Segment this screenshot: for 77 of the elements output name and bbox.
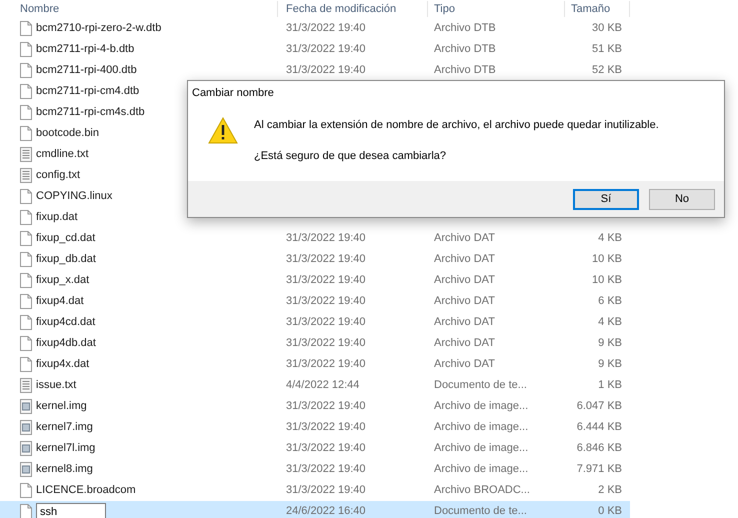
type-cell: Archivo DTB [434, 22, 496, 34]
type-cell: Archivo DTB [434, 64, 496, 76]
file-name: bcm2711-rpi-cm4s.dtb [36, 105, 145, 120]
file-name: fixup4x.dat [36, 357, 90, 372]
file-name: kernel.img [36, 399, 87, 414]
size-cell-text: 4 KB [598, 315, 622, 330]
type-cell: Archivo DAT [434, 253, 495, 266]
type-cell: Archivo DAT [434, 316, 495, 328]
file-name: bootcode.bin [36, 126, 99, 142]
date-cell: 31/3/2022 19:40 [286, 484, 366, 496]
dialog-message: Al cambiar la extensión de nombre de archivo, el archivo puede quedar inutilizable. [254, 118, 659, 133]
date-cell: 31/3/2022 19:40 [286, 337, 366, 350]
type-cell: Documento de te... [434, 379, 527, 392]
file-name: config.txt [36, 168, 80, 184]
file-name: issue.txt [36, 378, 76, 394]
type-cell: Documento de te... [434, 505, 527, 518]
dialog-title: Cambiar nombre [192, 86, 274, 101]
file-name: bcm2711-rpi-400.dtb [36, 63, 137, 78]
date-cell: 31/3/2022 19:40 [286, 232, 366, 244]
date-cell: 31/3/2022 19:40 [286, 358, 366, 370]
file-name: fixup.dat [36, 210, 78, 226]
file-name: bcm2711-rpi-cm4.dtb [36, 84, 140, 100]
date-cell: 31/3/2022 19:40 [286, 400, 366, 412]
type-cell: Archivo DAT [434, 337, 495, 350]
type-cell: Archivo DAT [434, 274, 495, 286]
size-cell-text: 9 KB [598, 336, 622, 352]
size-cell-text: 10 KB [592, 273, 622, 288]
file-name: LICENCE.broadcom [36, 483, 136, 498]
date-cell: 31/3/2022 19:40 [286, 253, 366, 266]
size-cell-text: 2 KB [598, 483, 622, 498]
type-cell: Archivo BROADC... [434, 484, 530, 496]
type-cell: Archivo de image... [434, 463, 528, 476]
date-cell: 31/3/2022 19:40 [286, 421, 366, 434]
size-cell-text: 6.846 KB [576, 441, 622, 456]
file-name: kernel7l.img [36, 441, 96, 456]
file-name: bcm2710-rpi-zero-2-w.dtb [36, 21, 162, 36]
date-cell: 4/4/2022 12:44 [286, 379, 360, 392]
size-cell-text: 0 KB [598, 504, 622, 518]
size-cell-text: 4 KB [598, 231, 622, 246]
date-cell: 31/3/2022 19:40 [286, 463, 366, 476]
date-cell: 31/3/2022 19:40 [286, 442, 366, 454]
size-cell-text: 10 KB [592, 252, 622, 268]
type-cell: Archivo de image... [434, 442, 528, 454]
date-cell: 31/3/2022 19:40 [286, 43, 366, 56]
file-name: fixup4.dat [36, 294, 84, 310]
size-cell-text: 1 KB [598, 378, 622, 394]
size-cell-text: 6 KB [598, 294, 622, 310]
type-cell: Archivo DAT [434, 232, 495, 244]
size-cell-text: 52 KB [592, 63, 622, 78]
file-name: fixup_db.dat [36, 252, 96, 268]
type-cell: Archivo de image... [434, 421, 528, 434]
date-cell: 31/3/2022 19:40 [286, 22, 366, 34]
type-cell: Archivo DAT [434, 358, 495, 370]
type-cell: Archivo de image... [434, 400, 528, 412]
file-name: fixup_cd.dat [36, 231, 96, 246]
size-cell-text: 6.047 KB [576, 399, 622, 414]
size-cell-text: 6.444 KB [576, 420, 622, 436]
date-cell: 31/3/2022 19:40 [286, 274, 366, 286]
file-name: cmdline.txt [36, 147, 89, 162]
size-cell-text: 7.971 KB [576, 462, 622, 478]
type-cell: Archivo DAT [434, 295, 495, 308]
date-cell: 24/6/2022 16:40 [286, 505, 366, 518]
file-name: COPYING.linux [36, 189, 112, 204]
dialog-question: ¿Está seguro de que desea cambiarla? [254, 148, 448, 164]
file-name: kernel8.img [36, 462, 93, 478]
file-name: fixup_x.dat [36, 273, 90, 288]
file-name: bcm2711-rpi-4-b.dtb [36, 42, 134, 58]
type-cell: Archivo DTB [434, 43, 496, 56]
date-cell: 31/3/2022 19:40 [286, 295, 366, 308]
file-name: fixup4db.dat [36, 336, 96, 352]
size-cell-text: 30 KB [592, 21, 622, 36]
date-cell: 31/3/2022 19:40 [286, 316, 366, 328]
file-name: fixup4cd.dat [36, 315, 96, 330]
date-cell: 31/3/2022 19:40 [286, 64, 366, 76]
file-name: kernel7.img [36, 420, 93, 436]
size-cell-text: 9 KB [598, 357, 622, 372]
size-cell-text: 51 KB [592, 42, 622, 58]
